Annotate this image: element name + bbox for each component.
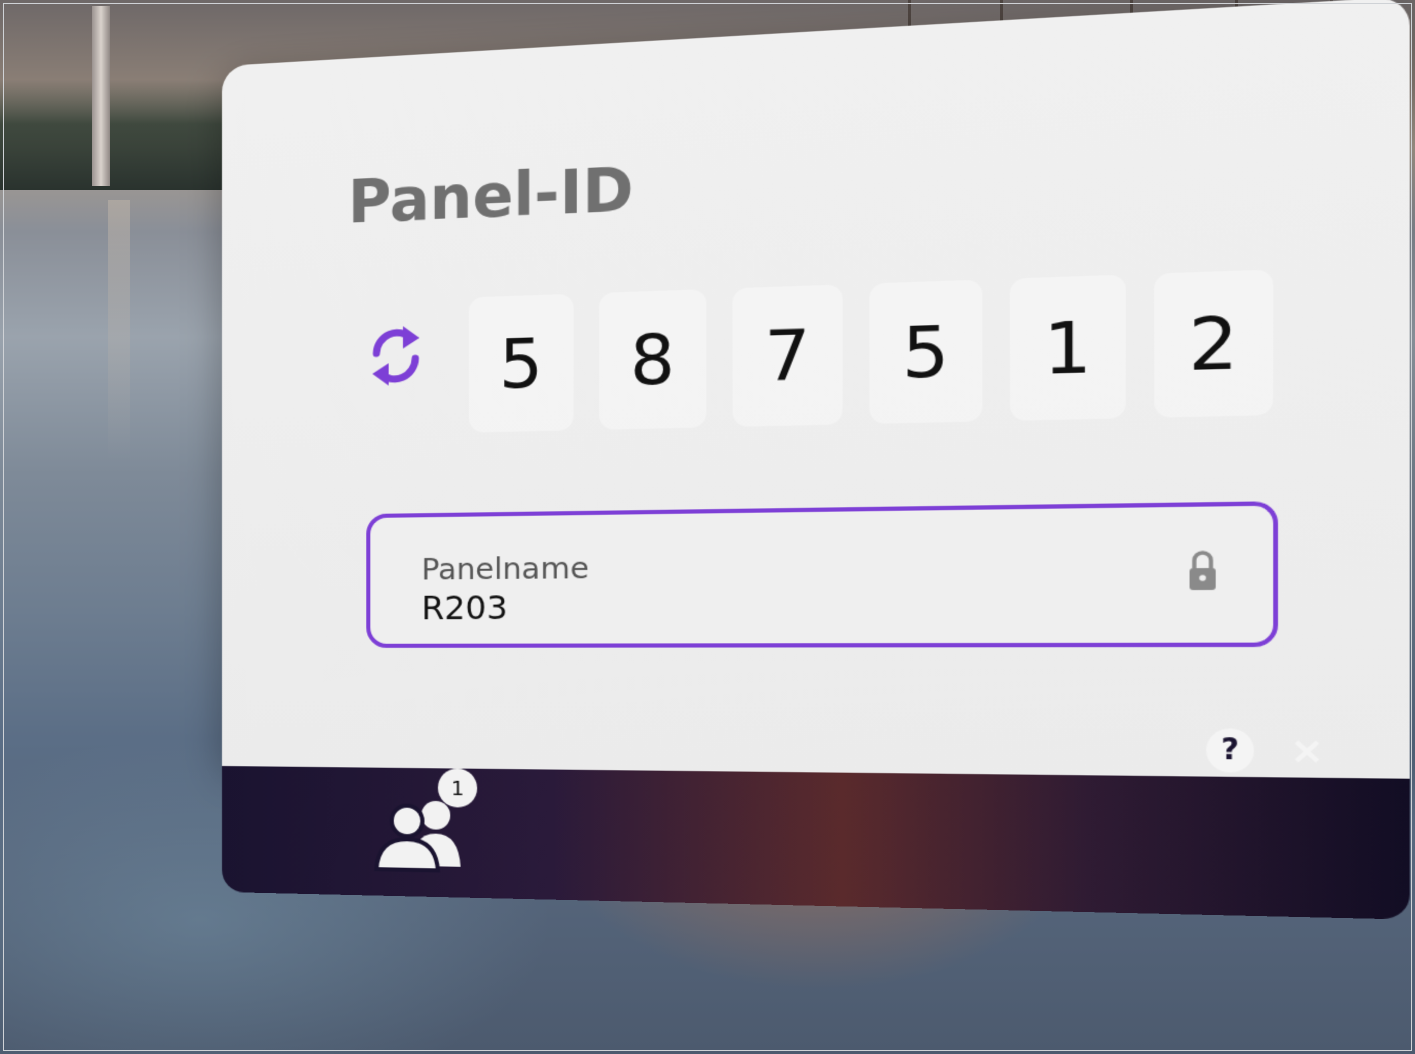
panelname-label: Panelname <box>421 550 589 587</box>
close-button[interactable]: × <box>1283 729 1331 774</box>
panel-id-digit: 5 <box>869 279 983 424</box>
background-reflection <box>108 200 130 460</box>
panel-id-digit: 2 <box>1154 269 1274 418</box>
panelname-field[interactable]: Panelname R203 <box>366 501 1279 648</box>
panelname-value[interactable]: R203 <box>421 588 507 627</box>
screen: Panel-ID 5 8 7 5 1 2 Panelname R203 1 ? … <box>0 0 1415 1054</box>
dialog-footer: 1 ? × <box>222 728 1410 920</box>
panel-id-digit: 7 <box>732 284 843 427</box>
background-tower <box>92 6 110 186</box>
panel-id-dialog: Panel-ID 5 8 7 5 1 2 Panelname R203 1 ? … <box>222 0 1410 920</box>
panel-id-digits: 5 8 7 5 1 2 <box>468 269 1274 433</box>
panel-id-digit: 5 <box>468 293 574 433</box>
panel-id-digit: 1 <box>1009 274 1126 421</box>
dialog-card: Panel-ID 5 8 7 5 1 2 Panelname R203 <box>222 0 1410 779</box>
panel-id-digit: 8 <box>599 289 707 430</box>
users-badge: 1 <box>437 768 478 808</box>
refresh-icon[interactable] <box>362 321 429 390</box>
lock-icon <box>1187 548 1218 591</box>
help-button[interactable]: ? <box>1206 728 1254 773</box>
background-skyline <box>0 80 230 190</box>
dialog-title: Panel-ID <box>348 154 634 237</box>
